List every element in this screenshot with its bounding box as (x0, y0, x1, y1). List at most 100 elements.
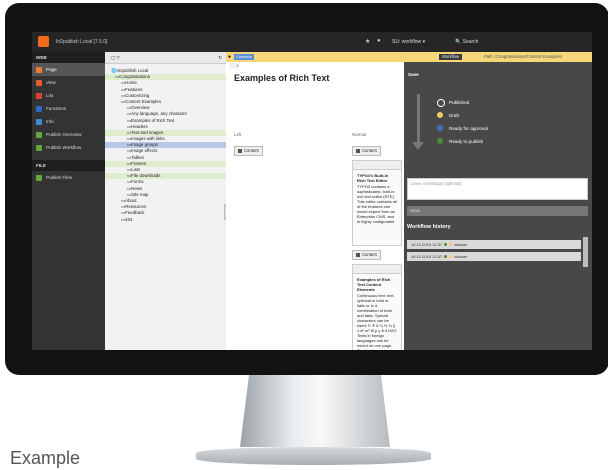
tree-node-label: File downloads (131, 173, 161, 179)
search-icon[interactable]: ⌕ (236, 63, 239, 69)
screen: In2publish Local [7.5.0] ★ ● SU: workflo… (32, 32, 592, 350)
publish-workflow-icon (36, 144, 42, 151)
history-user: afesser (454, 242, 468, 247)
workflow-panel: Workflow Path: /Congratulations/Content … (404, 52, 592, 350)
tree-node-label: Image groups (131, 142, 159, 148)
menu-item-publish-overview[interactable]: Publish Overview (32, 128, 105, 141)
search-label: Search (462, 39, 479, 45)
user-label: SU: workflow (392, 39, 422, 45)
tree-root-label: In2publish Local (116, 68, 149, 73)
page-title: Examples of Rich Text (234, 73, 330, 83)
tree-toolbar: ▢ ▽ ↻ (105, 52, 226, 64)
content-element[interactable]: Examples of Rich Text Content Elements C… (352, 264, 402, 350)
menu-header-web[interactable]: WEB (32, 52, 105, 63)
history-scrollbar[interactable] (583, 237, 588, 267)
info-icon: ● (228, 54, 232, 60)
tree-node-label: Tables (131, 154, 144, 160)
state-dot-icon (437, 138, 443, 144)
workflow-arrow (417, 94, 420, 142)
refresh-icon[interactable]: ↻ (218, 52, 222, 63)
save-title: Save (408, 72, 419, 77)
menu-item-label: Info (46, 119, 54, 124)
page-icon (36, 66, 42, 73)
menu-item-publish-workflow[interactable]: Publish Workflow (32, 141, 105, 154)
workflow-bar: Workflow Path: /Congratulations/Content … (404, 52, 592, 62)
typo3-logo-icon[interactable] (38, 36, 49, 47)
menu-header-file[interactable]: FILE (32, 160, 105, 171)
filter-icon[interactable]: ▽ (116, 55, 119, 60)
tree-node-label: Customizing (125, 92, 150, 98)
add-content-normal-button[interactable]: Content (352, 146, 381, 156)
message-input[interactable]: Leave a message (optional) (407, 178, 588, 200)
history-state-dot-icon (449, 243, 453, 247)
state-label: Published (449, 100, 470, 105)
history-user: afesser (454, 254, 468, 259)
state-label: Ready for approval (449, 126, 488, 131)
tree-node-label: Examples of Rich Text (131, 117, 175, 123)
menu-header-label: WEB (36, 55, 47, 60)
search-button[interactable]: 🔍 Search (455, 39, 478, 45)
menu-item-label: Publish Overview (46, 132, 82, 137)
menu-item-view[interactable]: View (32, 76, 105, 89)
content-element-header (353, 161, 401, 170)
tree-node-label: Text and images (131, 129, 164, 135)
column-selector[interactable]: Columns (234, 54, 254, 60)
history-date: 16.10.2015 12:37 (411, 254, 443, 259)
tree-node-label: Content Examples (125, 98, 162, 104)
add-content-button[interactable]: Content (352, 250, 381, 260)
help-icon[interactable]: ● (377, 38, 381, 44)
tree-node-label: Forms (131, 179, 144, 185)
menu-item-label: Functions (46, 106, 66, 111)
tree-node-label: About (125, 197, 137, 203)
tree-node-label: Resources (125, 204, 147, 210)
column-header-normal: Normal (352, 132, 367, 137)
menu-item-page[interactable]: Page (32, 63, 105, 76)
button-label: Content (362, 148, 377, 153)
menu-item-list[interactable]: List (32, 89, 105, 102)
workflow-button[interactable]: Workflow (439, 54, 463, 60)
tree-node-label: Images with links (131, 136, 165, 142)
history-state-dot-icon (449, 255, 453, 259)
workflow-arrow-head (412, 142, 424, 150)
history-date: 16.10.2015 12:37 (411, 242, 443, 247)
tree-node-label: Home (125, 80, 137, 86)
content-element-header (353, 265, 401, 274)
view-icon (36, 79, 42, 86)
tree-node[interactable]: ▭404 (105, 217, 226, 223)
tree-node-label: Any language, any character (131, 111, 188, 117)
menu-header-label: FILE (36, 163, 46, 168)
save-button[interactable]: Save (407, 206, 588, 216)
publish-files-icon (36, 174, 42, 181)
state-label: Draft (449, 113, 459, 118)
menu-item-publish-files[interactable]: Publish Files (32, 171, 105, 184)
content-element-title: TYPO3's Built-in Rich Text Editor (357, 173, 389, 183)
tree-node-label: Overview (131, 105, 150, 111)
star-icon[interactable]: ★ (365, 38, 370, 45)
add-content-left-button[interactable]: Content (234, 146, 263, 156)
menu-item-info[interactable]: Info (32, 115, 105, 128)
menu-item-label: List (46, 93, 54, 98)
view-page-icon[interactable]: ⬚ (230, 63, 235, 69)
history-row: 16.10.2015 12:37 afesser (407, 252, 581, 261)
functions-icon (36, 105, 42, 112)
user-menu[interactable]: SU: workflow ▾ (392, 39, 425, 45)
caption: Example (10, 448, 81, 468)
tree-node-label: Headers (131, 123, 148, 129)
menu-item-label: Page (46, 67, 57, 72)
monitor-stand (240, 375, 390, 447)
new-page-icon[interactable]: ▢ (111, 55, 115, 60)
info-icon (36, 118, 42, 125)
menu-item-label: Publish Workflow (46, 145, 82, 150)
list-icon (36, 92, 42, 99)
menu-item-label: Publish Files (46, 175, 73, 180)
tree-node-label: Feedback (125, 210, 145, 216)
tree-node-label: Frames (131, 160, 147, 166)
history-state-dot-icon (444, 255, 448, 259)
column-header-left: Left (234, 132, 242, 137)
menu-item-functions[interactable]: Functions (32, 102, 105, 115)
history-state-dot-icon (444, 243, 448, 247)
content-element[interactable]: TYPO3's Built-in Rich Text Editor TYPO3 … (352, 160, 402, 246)
tree-node-label: News (131, 185, 143, 191)
state-dot-icon (437, 99, 445, 107)
state-dot-icon (437, 125, 443, 131)
